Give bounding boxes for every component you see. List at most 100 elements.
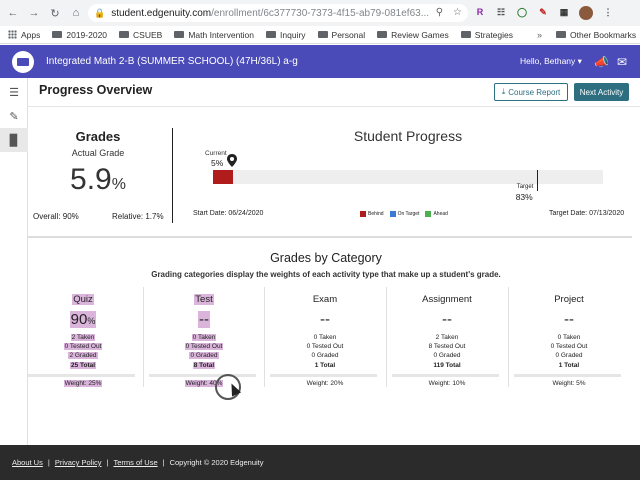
grades-panel: Grades Actual Grade 5.9% Overall: 90% Re… xyxy=(28,115,173,225)
search-icon[interactable]: ⚲ xyxy=(436,7,443,18)
current-label: Current xyxy=(205,150,227,157)
category-graded: 2 Graded xyxy=(68,352,98,359)
category-total: 8 Total xyxy=(192,362,216,369)
grades-title: Grades xyxy=(75,129,121,144)
folder-icon xyxy=(460,31,471,38)
chart-icon[interactable]: ▉ xyxy=(0,128,28,152)
folder-icon xyxy=(119,31,130,38)
user-menu[interactable]: Hello, Bethany ▾ xyxy=(520,56,582,67)
about-link[interactable]: About Us xyxy=(12,458,43,467)
star-icon[interactable]: ☆ xyxy=(453,7,462,18)
category-tested-out: 0 Tested Out xyxy=(550,343,588,350)
extension-circle-icon[interactable]: ◯ xyxy=(516,6,528,18)
category-weight-bar xyxy=(28,374,135,377)
edit-icon[interactable]: ✎ xyxy=(0,104,28,128)
category-total: 119 Total xyxy=(433,362,461,369)
category-tested-out: 8 Tested Out xyxy=(428,343,466,350)
course-report-button[interactable]: ⤓ Course Report xyxy=(494,83,568,101)
grades-by-category-subtitle: Grading categories display the weights o… xyxy=(151,270,501,279)
legend-ahead: Ahead xyxy=(425,211,448,217)
legend-behind: Behind xyxy=(360,211,384,217)
start-date: Start Date: 06/24/2020 xyxy=(193,210,264,217)
target-marker xyxy=(536,170,539,191)
student-progress-title: Student Progress xyxy=(353,128,463,144)
category-graded: 0 Graded xyxy=(555,352,583,359)
category-total: 1 Total xyxy=(558,362,580,369)
menu-dots-icon[interactable]: ⋮ xyxy=(602,6,614,18)
privacy-link[interactable]: Privacy Policy xyxy=(55,458,102,467)
terms-link[interactable]: Terms of Use xyxy=(113,458,157,467)
bookmark-review-games[interactable]: Review Games xyxy=(377,30,449,40)
category-tested-out: 0 Tested Out xyxy=(184,343,224,350)
divider xyxy=(264,287,265,387)
home-icon[interactable]: ⌂ xyxy=(68,7,84,19)
folder-icon xyxy=(52,31,63,38)
category-name: Project xyxy=(554,294,584,305)
chevron-more-icon[interactable]: » xyxy=(537,30,542,40)
extension-r-icon[interactable]: R xyxy=(474,6,486,18)
category-name: Test xyxy=(194,294,214,305)
bookmark-other[interactable]: Other Bookmarks xyxy=(556,30,636,40)
reload-icon[interactable]: ↻ xyxy=(47,7,63,20)
category-exam: Exam -- 0 Taken 0 Tested Out 0 Graded 1 … xyxy=(270,287,380,392)
bookmark-strategies[interactable]: Strategies xyxy=(460,30,513,40)
bookmark-inquiry[interactable]: Inquiry xyxy=(266,30,306,40)
category-weight-bar xyxy=(514,374,621,377)
profile-avatar[interactable] xyxy=(579,6,593,20)
divider xyxy=(172,128,173,223)
progress-fill xyxy=(213,170,233,184)
bookmark-2019-2020[interactable]: 2019-2020 xyxy=(52,30,107,40)
bookmark-math-intervention[interactable]: Math Intervention xyxy=(174,30,254,40)
list-icon[interactable]: ☰ xyxy=(0,80,28,104)
folder-icon xyxy=(317,31,328,38)
edgenuity-logo[interactable] xyxy=(12,50,34,73)
next-activity-button[interactable]: Next Activity xyxy=(574,83,629,101)
app-header: Integrated Math 2-B (SUMMER SCHOOL) (47H… xyxy=(0,45,640,78)
target-label: Target xyxy=(516,184,534,190)
category-tested-out: 0 Tested Out xyxy=(306,343,344,350)
category-weight: Weight: 5% xyxy=(552,380,586,387)
mail-icon[interactable]: ✉ xyxy=(617,55,627,69)
category-graded: 0 Graded xyxy=(189,352,219,359)
overall-grade: Overall: 90% xyxy=(33,212,79,221)
bookmark-csueb[interactable]: CSUEB xyxy=(119,30,162,40)
category-assignment: Assignment -- 2 Taken 8 Tested Out 0 Gra… xyxy=(392,287,502,392)
divider xyxy=(143,287,144,387)
bookmark-apps[interactable]: Apps xyxy=(21,30,40,40)
extension-pen-icon[interactable]: ✎ xyxy=(537,6,549,18)
category-taken: 2 Taken xyxy=(435,334,459,341)
category-taken: 0 Taken xyxy=(191,334,217,341)
footer: About Us | Privacy Policy | Terms of Use | … xyxy=(0,445,640,480)
course-title: Integrated Math 2-B (SUMMER SCHOOL) (47H… xyxy=(46,56,298,67)
bookmark-personal[interactable]: Personal xyxy=(317,30,365,40)
legend-on-target: On Target xyxy=(389,211,419,217)
category-weight-bar xyxy=(149,374,256,377)
url-host: student.edgenuity.com xyxy=(111,7,212,19)
location-pin-icon xyxy=(227,154,237,167)
divider xyxy=(28,106,640,107)
divider xyxy=(386,287,387,387)
category-tested-out: 0 Tested Out xyxy=(63,343,103,350)
forward-icon[interactable]: → xyxy=(26,7,42,19)
relative-grade: Relative: 1.7% xyxy=(112,212,164,221)
category-taken: 0 Taken xyxy=(557,334,581,341)
grades-by-category-title: Grades by Category xyxy=(270,251,382,265)
progress-track xyxy=(213,170,603,184)
apps-icon[interactable] xyxy=(8,30,17,39)
category-graded: 0 Graded xyxy=(433,352,461,359)
folder-icon xyxy=(377,31,388,38)
back-icon[interactable]: ← xyxy=(5,7,21,19)
actual-grade-label: Actual Grade xyxy=(71,148,125,158)
url-path: /enrollment/6c377730-7373-4f15-ab79-081e… xyxy=(211,7,430,19)
folder-icon xyxy=(174,31,185,38)
current-value: 5% xyxy=(211,158,224,168)
address-bar[interactable]: 🔒 student.edgenuity.com/enrollment/6c377… xyxy=(88,4,468,22)
lock-icon: 🔒 xyxy=(94,7,106,18)
category-name: Assignment xyxy=(422,294,472,305)
extension-icon[interactable]: ☷ xyxy=(495,6,507,18)
divider xyxy=(28,236,632,238)
category-test: Test -- 0 Taken 0 Tested Out 0 Graded 8 … xyxy=(149,287,259,392)
extension-grid-icon[interactable]: ▦ xyxy=(558,6,570,18)
target-value: 83% xyxy=(515,192,533,202)
megaphone-icon[interactable]: 📣 xyxy=(594,55,609,69)
